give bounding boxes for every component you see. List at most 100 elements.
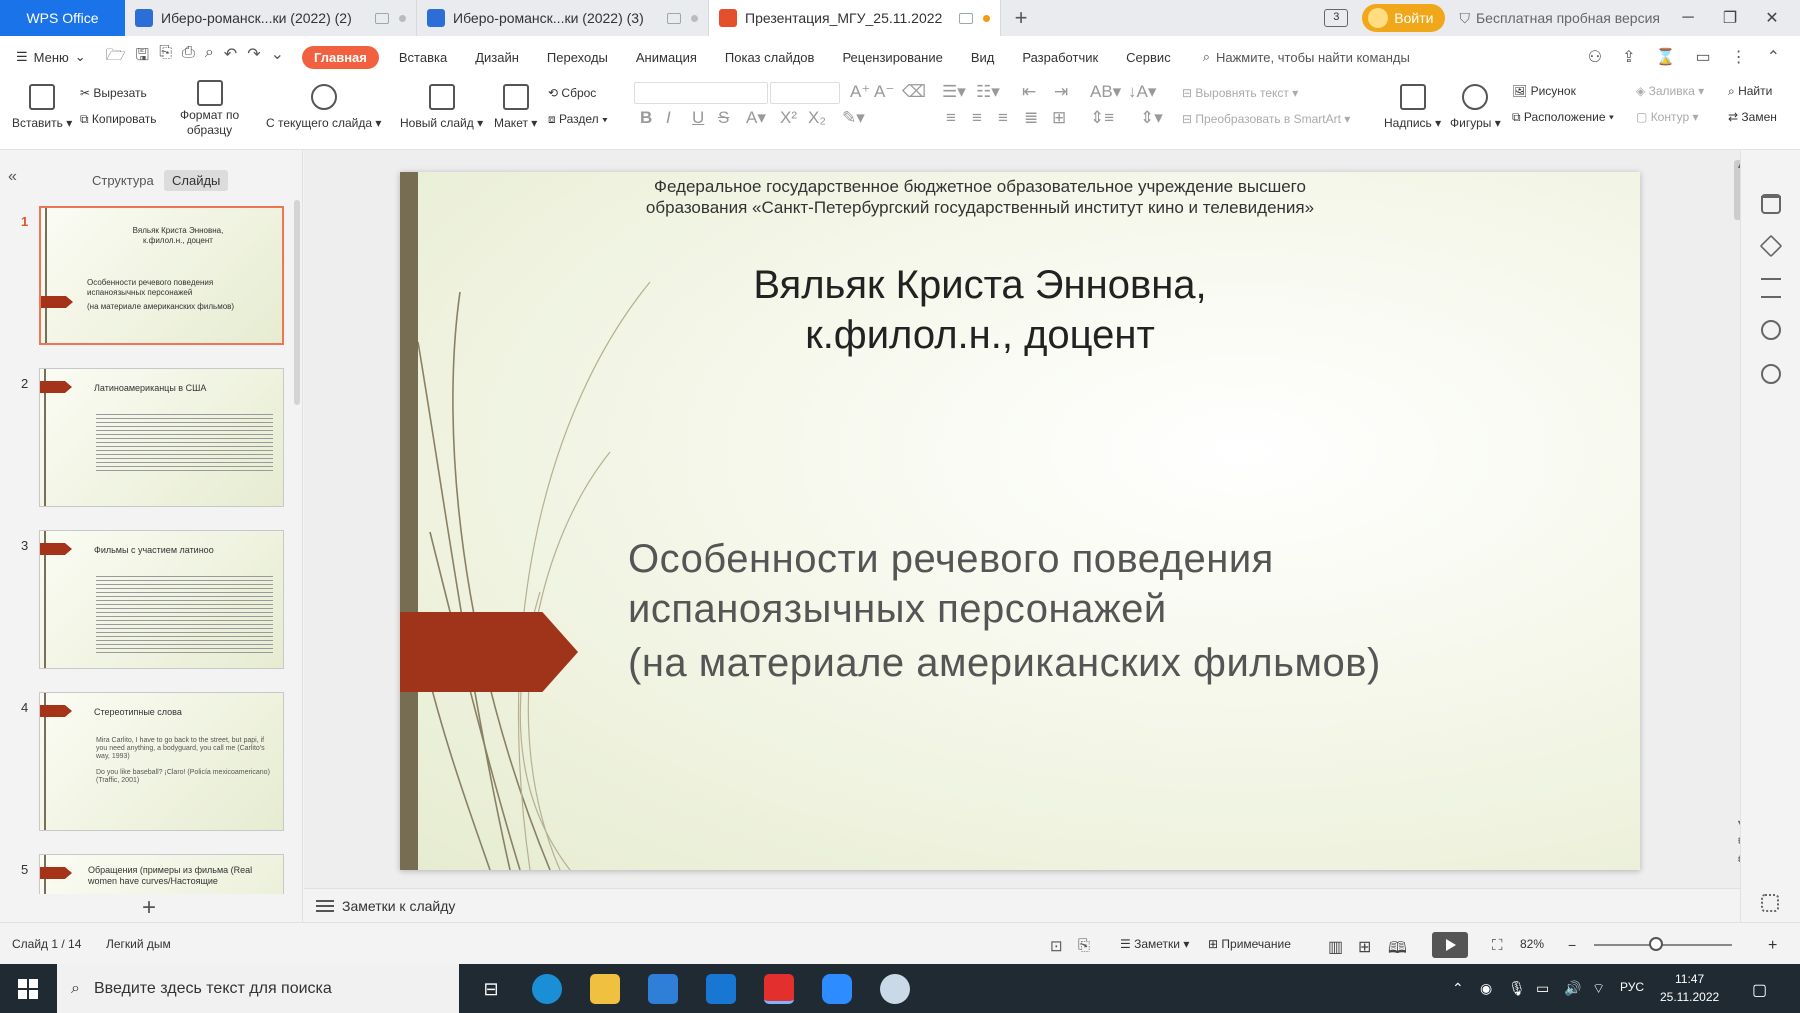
grid-view-icon[interactable]: ⊞ (1358, 937, 1371, 957)
bold-icon[interactable]: B (640, 108, 652, 128)
share-icon[interactable]: ⇪ (1622, 47, 1635, 67)
picture-button[interactable]: 🖼 Рисунок (1512, 84, 1576, 98)
restore-icon[interactable]: ❐ (1716, 8, 1744, 28)
undo-icon[interactable]: ↶ (224, 44, 237, 71)
grow-font-icon[interactable]: A⁺ (850, 82, 870, 102)
paint-icon[interactable] (880, 974, 910, 1004)
login-button[interactable]: Войти (1362, 4, 1446, 32)
increase-indent-icon[interactable]: ⇥ (1054, 82, 1068, 102)
minimize-icon[interactable]: ─ (1674, 9, 1702, 27)
institution-text[interactable]: Федеральное государственное бюджетное об… (640, 176, 1320, 218)
bullets-icon[interactable]: ☰▾ (942, 82, 966, 102)
smartart-button[interactable]: ⊟ Преобразовать в SmartArt ▾ (1182, 112, 1350, 126)
tab-structure[interactable]: Структура (84, 170, 162, 191)
font-size-select[interactable] (770, 82, 840, 104)
text-direction-icon[interactable]: AB▾ (1090, 82, 1121, 102)
help-icon[interactable] (1761, 364, 1781, 384)
preview-icon[interactable]: ⌕ (205, 44, 214, 71)
tab-design[interactable]: Дизайн (475, 50, 519, 65)
line-spacing-icon[interactable]: ⇕≡ (1090, 108, 1114, 128)
align-center-icon[interactable]: ≡ (972, 108, 982, 128)
play-slideshow-button[interactable] (1432, 932, 1468, 958)
wps-office-tab[interactable]: WPS Office (0, 0, 125, 36)
wps-icon[interactable] (764, 974, 794, 1004)
outline-button[interactable]: ▢ Контур ▾ (1636, 110, 1699, 124)
slide-canvas[interactable]: Федеральное государственное бюджетное об… (400, 172, 1640, 870)
arrange-button[interactable]: ⧉ Расположение ▾ (1512, 110, 1614, 125)
open-icon[interactable]: 🗁 (106, 44, 126, 71)
trial-button[interactable]: ⛉ Бесплатная пробная версия (1459, 10, 1660, 27)
history-icon[interactable]: ⌛ (1656, 47, 1676, 67)
theme-name[interactable]: Легкий дым (106, 937, 171, 951)
normal-view-icon[interactable]: ▥ (1328, 937, 1343, 957)
store-icon[interactable] (648, 974, 678, 1004)
monitor-icon[interactable] (959, 12, 973, 24)
fit-icon[interactable]: ⊡ (1050, 937, 1063, 955)
zoom-level[interactable]: 82% (1520, 937, 1544, 951)
align-text-button[interactable]: ⊟ Выровнять текст ▾ (1182, 86, 1298, 100)
comment-toggle[interactable]: ⊞ Примечание (1208, 937, 1291, 951)
wifi-icon[interactable]: ⌔ (1592, 980, 1605, 998)
monitor-icon[interactable] (667, 12, 681, 24)
battery-icon[interactable]: ▭ (1536, 980, 1549, 997)
mail-icon[interactable] (706, 974, 736, 1004)
paste-button[interactable]: Вставить ▾ (12, 84, 72, 130)
cut-button[interactable]: ✂ Вырезать (80, 86, 147, 100)
redo-icon[interactable]: ↷ (247, 44, 260, 71)
tab-developer[interactable]: Разработчик (1022, 50, 1098, 65)
tab-service[interactable]: Сервис (1126, 50, 1171, 65)
tab-document-2[interactable]: Иберо-романск...ки (2022) (2) (125, 0, 417, 36)
strikethrough-icon[interactable]: S (718, 108, 729, 128)
align-right-icon[interactable]: ≡ (998, 108, 1008, 128)
superscript-icon[interactable]: X² (780, 108, 797, 128)
tab-insert[interactable]: Вставка (399, 50, 447, 65)
italic-icon[interactable]: I (666, 108, 671, 128)
tab-document-3[interactable]: Иберо-романск...ки (2022) (3) (417, 0, 709, 36)
justify-icon[interactable]: ≣ (1024, 108, 1038, 128)
outline-view-icon[interactable]: ⎘ (1078, 937, 1090, 954)
format-painter-button[interactable]: Формат по образцу (180, 80, 239, 138)
monitor-icon[interactable] (375, 12, 389, 24)
shapes-button[interactable]: Фигуры ▾ (1450, 84, 1501, 130)
fill-button[interactable]: ◈ Заливка ▾ (1636, 84, 1704, 98)
find-button[interactable]: ⌕ Найти (1728, 84, 1772, 99)
more-options-icon[interactable]: ⋮ (1731, 47, 1747, 67)
reading-view-icon[interactable]: 🕮 (1388, 937, 1407, 964)
adjust-icon[interactable] (1761, 278, 1781, 298)
highlight-icon[interactable]: ✎▾ (842, 108, 865, 128)
volume-icon[interactable]: 🔊 (1564, 980, 1581, 997)
print-icon[interactable]: ⎙ (182, 44, 195, 71)
language-indicator[interactable]: РУС (1620, 980, 1644, 994)
collapse-ribbon-icon[interactable]: ⌃ (1767, 47, 1780, 67)
new-slide-button[interactable]: Новый слайд ▾ (400, 84, 483, 130)
zoom-app-icon[interactable] (822, 974, 852, 1004)
zoom-out-icon[interactable]: − (1568, 937, 1576, 953)
microphone-icon[interactable]: 🎙 (1508, 980, 1526, 997)
camera-icon[interactable]: ◉ (1480, 980, 1492, 997)
object-properties-icon[interactable] (1761, 194, 1781, 214)
tray-chevron-icon[interactable]: ⌃ (1452, 980, 1464, 997)
copy-button[interactable]: ⧉ Копировать (80, 112, 157, 127)
export-icon[interactable]: ⎘ (159, 44, 172, 71)
taskbar-search[interactable]: ⌕ Введите здесь текст для поиска (57, 964, 459, 1013)
fit-to-window-icon[interactable]: ⛶ (1492, 937, 1503, 954)
tab-slideshow[interactable]: Показ слайдов (725, 50, 815, 65)
close-icon[interactable]: ✕ (1758, 8, 1786, 28)
slide-subtitle[interactable]: (на материале американских фильмов) (628, 638, 1628, 688)
clear-format-icon[interactable]: ⌫ (902, 82, 926, 102)
slide-title[interactable]: Особенности речевого поведения испаноязы… (628, 534, 1608, 634)
decrease-indent-icon[interactable]: ⇤ (1022, 82, 1036, 102)
zoom-slider-track[interactable] (1594, 944, 1732, 946)
panel-scrollbar[interactable] (294, 200, 300, 405)
add-slide-button[interactable]: + (142, 894, 156, 922)
save-icon[interactable]: 🖫 (136, 44, 150, 71)
more-icon[interactable]: ⌄ (271, 44, 284, 71)
shrink-font-icon[interactable]: A⁻ (874, 82, 894, 102)
tab-home[interactable]: Главная (302, 45, 379, 69)
zoom-in-icon[interactable]: + (1768, 937, 1777, 955)
notifications-icon[interactable]: ▢ (1752, 980, 1767, 1000)
layout-button[interactable]: Макет ▾ (494, 84, 537, 130)
command-search[interactable]: ⌕ Нажмите, чтобы найти команды (1203, 49, 1410, 65)
tab-transitions[interactable]: Переходы (547, 50, 608, 65)
align-left-icon[interactable]: ≡ (946, 108, 956, 128)
